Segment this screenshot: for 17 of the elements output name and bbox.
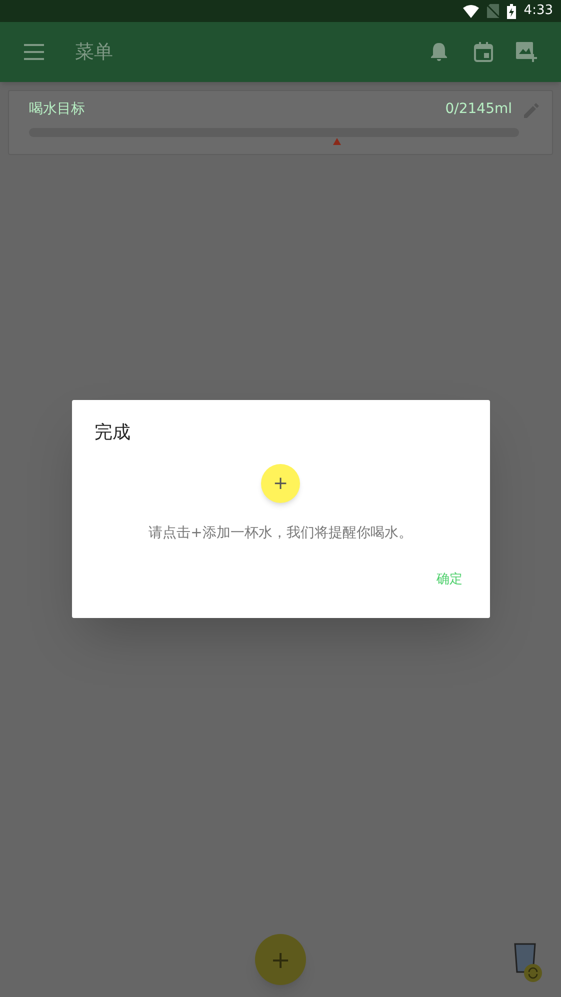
app-title: 菜单: [75, 40, 113, 65]
image-add-icon[interactable]: [515, 41, 537, 63]
calendar-icon[interactable]: [474, 42, 493, 62]
wifi-icon: [462, 4, 479, 18]
dialog-title: 完成: [94, 421, 132, 445]
confirm-button[interactable]: 确定: [436, 570, 462, 590]
dialog-message: 请点击+添加一杯水，我们将提醒你喝水。: [148, 524, 412, 543]
status-time: 4:33: [524, 2, 553, 20]
goal-reading: 0/2145ml: [445, 100, 512, 119]
add-fab[interactable]: +: [255, 934, 306, 985]
no-sim-icon: [486, 4, 499, 18]
menu-icon[interactable]: [24, 44, 44, 60]
battery-icon: [506, 4, 516, 18]
bell-icon[interactable]: [430, 42, 448, 62]
goal-label: 喝水目标: [29, 100, 85, 119]
add-button[interactable]: +: [261, 464, 300, 503]
glass-icon[interactable]: [514, 942, 544, 984]
